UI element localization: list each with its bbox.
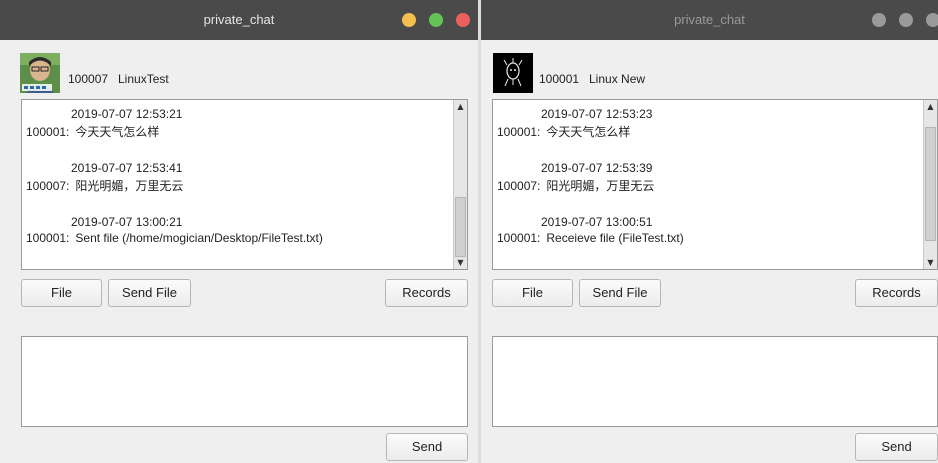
title-bar[interactable]: private_chat xyxy=(481,0,938,40)
contact-id: 100001 xyxy=(539,72,580,86)
message-line: 100001: 今天天气怎么样 xyxy=(26,123,159,140)
close-button[interactable] xyxy=(926,13,938,27)
contact-id: 100007 xyxy=(68,72,109,86)
message-time: 2019-07-07 12:53:21 xyxy=(71,107,183,121)
send-button[interactable]: Send xyxy=(386,433,468,461)
message-history[interactable]: 2019-07-07 12:53:23 100001: 今天天气怎么样 2019-… xyxy=(492,99,938,270)
message-input[interactable] xyxy=(492,336,938,427)
chat-header: 100001 Linux New xyxy=(481,40,938,98)
triangle-down-icon[interactable]: ▼ xyxy=(454,256,467,269)
message-time: 2019-07-07 13:00:21 xyxy=(71,215,183,229)
scrollbar-thumb[interactable] xyxy=(925,127,936,241)
vertical-scrollbar[interactable]: ▲ ▼ xyxy=(453,100,467,269)
message-sender: 100007: xyxy=(497,179,541,193)
message-line: 100001: 今天天气怎么样 xyxy=(497,123,630,140)
message-line: 100007: 阳光明媚，万里无云 xyxy=(497,177,654,194)
message-line: 100001: Sent file (/home/mogician/Desktop… xyxy=(26,231,323,245)
message-time: 2019-07-07 12:53:41 xyxy=(71,161,183,175)
send-button[interactable]: Send xyxy=(855,433,938,461)
file-button[interactable]: File xyxy=(492,279,573,307)
message-text: Receieve file (FileTest.txt) xyxy=(546,231,684,245)
message-history[interactable]: 2019-07-07 12:53:21 100001: 今天天气怎么样 2019-… xyxy=(21,99,468,270)
message-text: 今天天气怎么样 xyxy=(546,125,631,139)
message-time: 2019-07-07 12:53:39 xyxy=(541,161,653,175)
contact-name: Linux New xyxy=(589,72,646,86)
message-text: 阳光明媚，万里无云 xyxy=(546,179,655,193)
close-button[interactable] xyxy=(456,13,470,27)
chat-window-right: private_chat 100001 Linux New 2019-07-07… xyxy=(481,0,938,463)
user-photo-avatar xyxy=(20,53,60,93)
message-text: Sent file (/home/mogician/Desktop/FileTe… xyxy=(75,231,323,245)
message-sender: 100007: xyxy=(26,179,70,193)
send-file-button[interactable]: Send File xyxy=(579,279,661,307)
message-time: 2019-07-07 13:00:51 xyxy=(541,215,653,229)
records-button[interactable]: Records xyxy=(385,279,468,307)
title-bar[interactable]: private_chat xyxy=(0,0,478,40)
triangle-up-icon[interactable]: ▲ xyxy=(454,100,467,113)
black-sketch-avatar xyxy=(493,53,533,93)
message-line: 100007: 阳光明媚，万里无云 xyxy=(26,177,183,194)
message-sender: 100001: xyxy=(497,231,541,245)
triangle-up-icon[interactable]: ▲ xyxy=(924,100,937,113)
minimize-button[interactable] xyxy=(872,13,886,27)
message-sender: 100001: xyxy=(26,231,70,245)
send-file-button[interactable]: Send File xyxy=(108,279,191,307)
contact-name: LinuxTest xyxy=(118,72,169,86)
message-time: 2019-07-07 12:53:23 xyxy=(541,107,653,121)
triangle-down-icon[interactable]: ▼ xyxy=(924,256,937,269)
chat-window-left: private_chat 100007 LinuxTest 2019-07-07… xyxy=(0,0,478,463)
message-text: 阳光明媚，万里无云 xyxy=(75,179,184,193)
chat-header: 100007 LinuxTest xyxy=(0,40,478,98)
message-text: 今天天气怎么样 xyxy=(75,125,160,139)
vertical-scrollbar[interactable]: ▲ ▼ xyxy=(923,100,937,269)
records-button[interactable]: Records xyxy=(855,279,938,307)
file-button[interactable]: File xyxy=(21,279,102,307)
message-line: 100001: Receieve file (FileTest.txt) xyxy=(497,231,684,245)
minimize-button[interactable] xyxy=(402,13,416,27)
scrollbar-thumb[interactable] xyxy=(455,197,466,257)
message-input[interactable] xyxy=(21,336,468,427)
message-sender: 100001: xyxy=(26,125,70,139)
message-sender: 100001: xyxy=(497,125,541,139)
maximize-button[interactable] xyxy=(429,13,443,27)
maximize-button[interactable] xyxy=(899,13,913,27)
window-title: private_chat xyxy=(674,12,745,27)
